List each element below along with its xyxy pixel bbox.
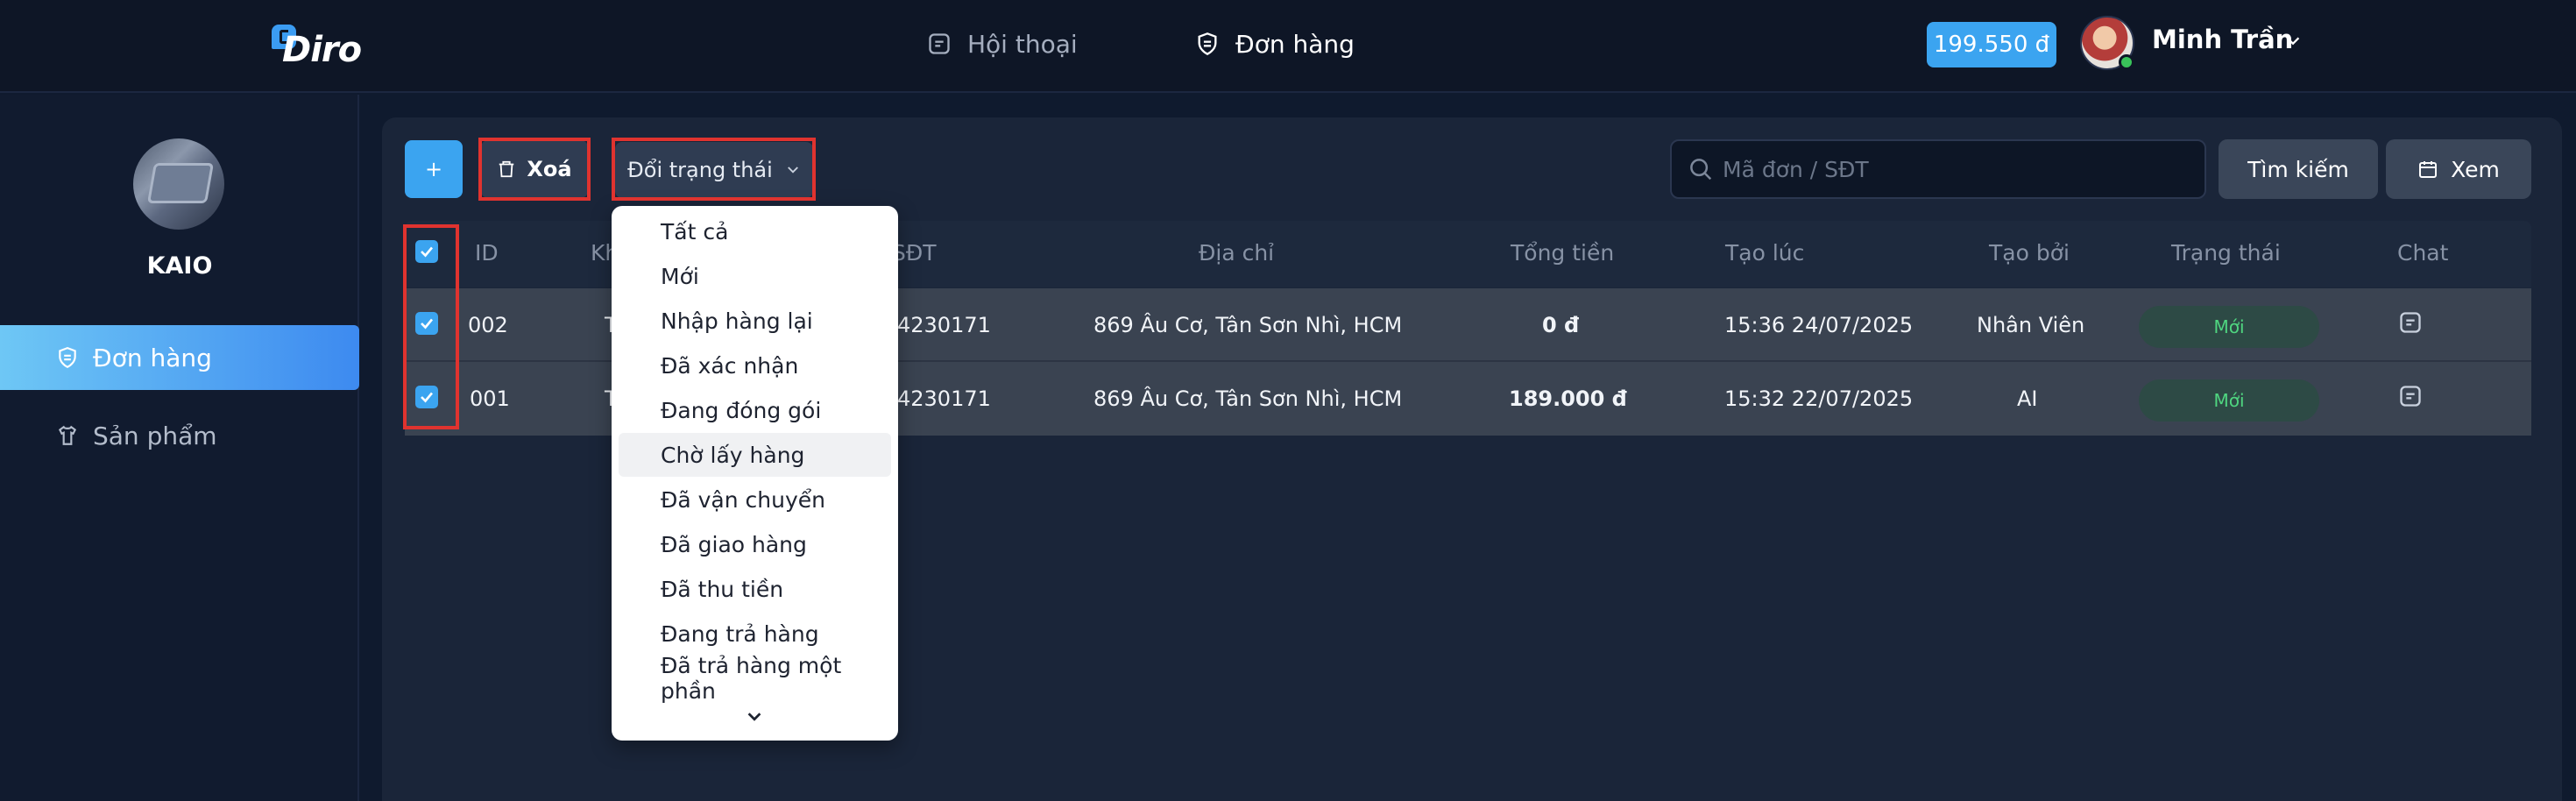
status-option-all[interactable]: Tất cả (619, 209, 891, 253)
cell-total: 189.000 đ (1509, 386, 1627, 411)
chat-icon[interactable] (2398, 384, 2423, 408)
nav-orders-label: Đơn hàng (1235, 29, 1355, 59)
status-option-packing[interactable]: Đang đóng gói (619, 388, 891, 432)
column-header-phone: SĐT (892, 240, 937, 266)
delete-button-highlight (478, 138, 591, 201)
sidebar-item-orders[interactable]: Đơn hàng (0, 325, 359, 390)
cell-address: 869 Âu Cơ, Tân Sơn Nhì, HCM (1093, 386, 1403, 411)
sidebar-item-label: Đơn hàng (93, 343, 212, 372)
column-header-chat: Chat (2397, 240, 2449, 266)
status-option-returning[interactable]: Đang trả hàng (619, 612, 891, 656)
status-option-restock[interactable]: Nhập hàng lại (619, 299, 891, 343)
add-order-button[interactable]: + (405, 140, 463, 198)
shield-icon (59, 347, 76, 369)
status-badge: Mới (2139, 306, 2319, 348)
change-status-highlight (612, 138, 816, 201)
column-header-total: Tổng tiền (1511, 240, 1615, 266)
shirt-icon (58, 425, 77, 445)
chevron-down-icon[interactable] (745, 707, 764, 727)
cell-id: 001 (470, 386, 510, 411)
search-icon (1690, 159, 1712, 181)
sidebar-item-products[interactable]: Sản phẩm (0, 403, 359, 468)
shop-name: KAIO (146, 252, 213, 280)
shield-icon (1198, 32, 1217, 55)
logo-text: Diro (282, 30, 362, 70)
checkbox-column-highlight (403, 224, 459, 429)
cell-address: 869 Âu Cơ, Tân Sơn Nhì, HCM (1093, 313, 1403, 337)
nav-chat-label: Hội thoại (967, 29, 1078, 59)
cell-total: 0 đ (1542, 313, 1580, 337)
cell-created-at: 15:32 22/07/2025 (1724, 386, 1914, 411)
status-option-partially-returned[interactable]: Đã trả hàng một phần (619, 653, 891, 704)
column-header-address: Địa chỉ (1199, 240, 1275, 266)
message-square-icon (929, 33, 950, 54)
search-input[interactable] (1723, 156, 2204, 182)
nav-orders[interactable]: Đơn hàng (1195, 26, 1355, 61)
column-header-status: Trạng thái (2171, 240, 2281, 266)
sidebar: KAIO Đơn hàng Sản phẩm (0, 95, 359, 801)
status-option-delivered[interactable]: Đã giao hàng (619, 522, 891, 566)
chevron-down-icon[interactable] (2283, 32, 2303, 51)
status-option-confirmed[interactable]: Đã xác nhận (619, 344, 891, 387)
calendar-icon (2419, 161, 2438, 178)
view-label: Xem (2451, 156, 2500, 182)
view-button[interactable]: Xem (2386, 139, 2531, 199)
status-option-awaiting-pickup[interactable]: Chờ lấy hàng (619, 433, 891, 477)
nav-chat[interactable]: Hội thoại (927, 26, 1078, 61)
cell-id: 002 (468, 313, 508, 337)
column-header-created-by: Tạo bởi (1989, 240, 2070, 266)
search-field[interactable] (1670, 139, 2206, 199)
status-badge: Mới (2139, 379, 2319, 422)
shop-avatar (133, 138, 224, 230)
user-name[interactable]: Minh Trần (2152, 25, 2293, 54)
status-option-shipped[interactable]: Đã vận chuyển (619, 478, 891, 521)
column-header-created-at: Tạo lúc (1725, 240, 1805, 266)
top-bar: Diro Hội thoại Đơn hàng 199.550 đ Minh T… (0, 0, 2576, 93)
status-option-new[interactable]: Mới (619, 254, 891, 298)
status-dropdown-menu: Tất cả Mới Nhập hàng lại Đã xác nhận Đan… (612, 206, 898, 741)
online-status-dot (2119, 54, 2134, 70)
cell-phone: 4230171 (897, 386, 991, 411)
sidebar-item-label: Sản phẩm (93, 421, 217, 450)
app-logo[interactable]: Diro (272, 23, 362, 70)
search-button[interactable]: Tìm kiếm (2219, 139, 2378, 199)
status-option-paid[interactable]: Đã thu tiền (619, 567, 891, 611)
balance-badge[interactable]: 199.550 đ (1927, 22, 2056, 67)
chat-icon[interactable] (2398, 310, 2423, 335)
cell-created-by: Nhân Viên (1977, 313, 2085, 337)
column-header-id: ID (475, 240, 499, 266)
cell-phone: 4230171 (897, 313, 991, 337)
cell-created-at: 15:36 24/07/2025 (1724, 313, 1914, 337)
cell-created-by: AI (2017, 386, 2038, 411)
